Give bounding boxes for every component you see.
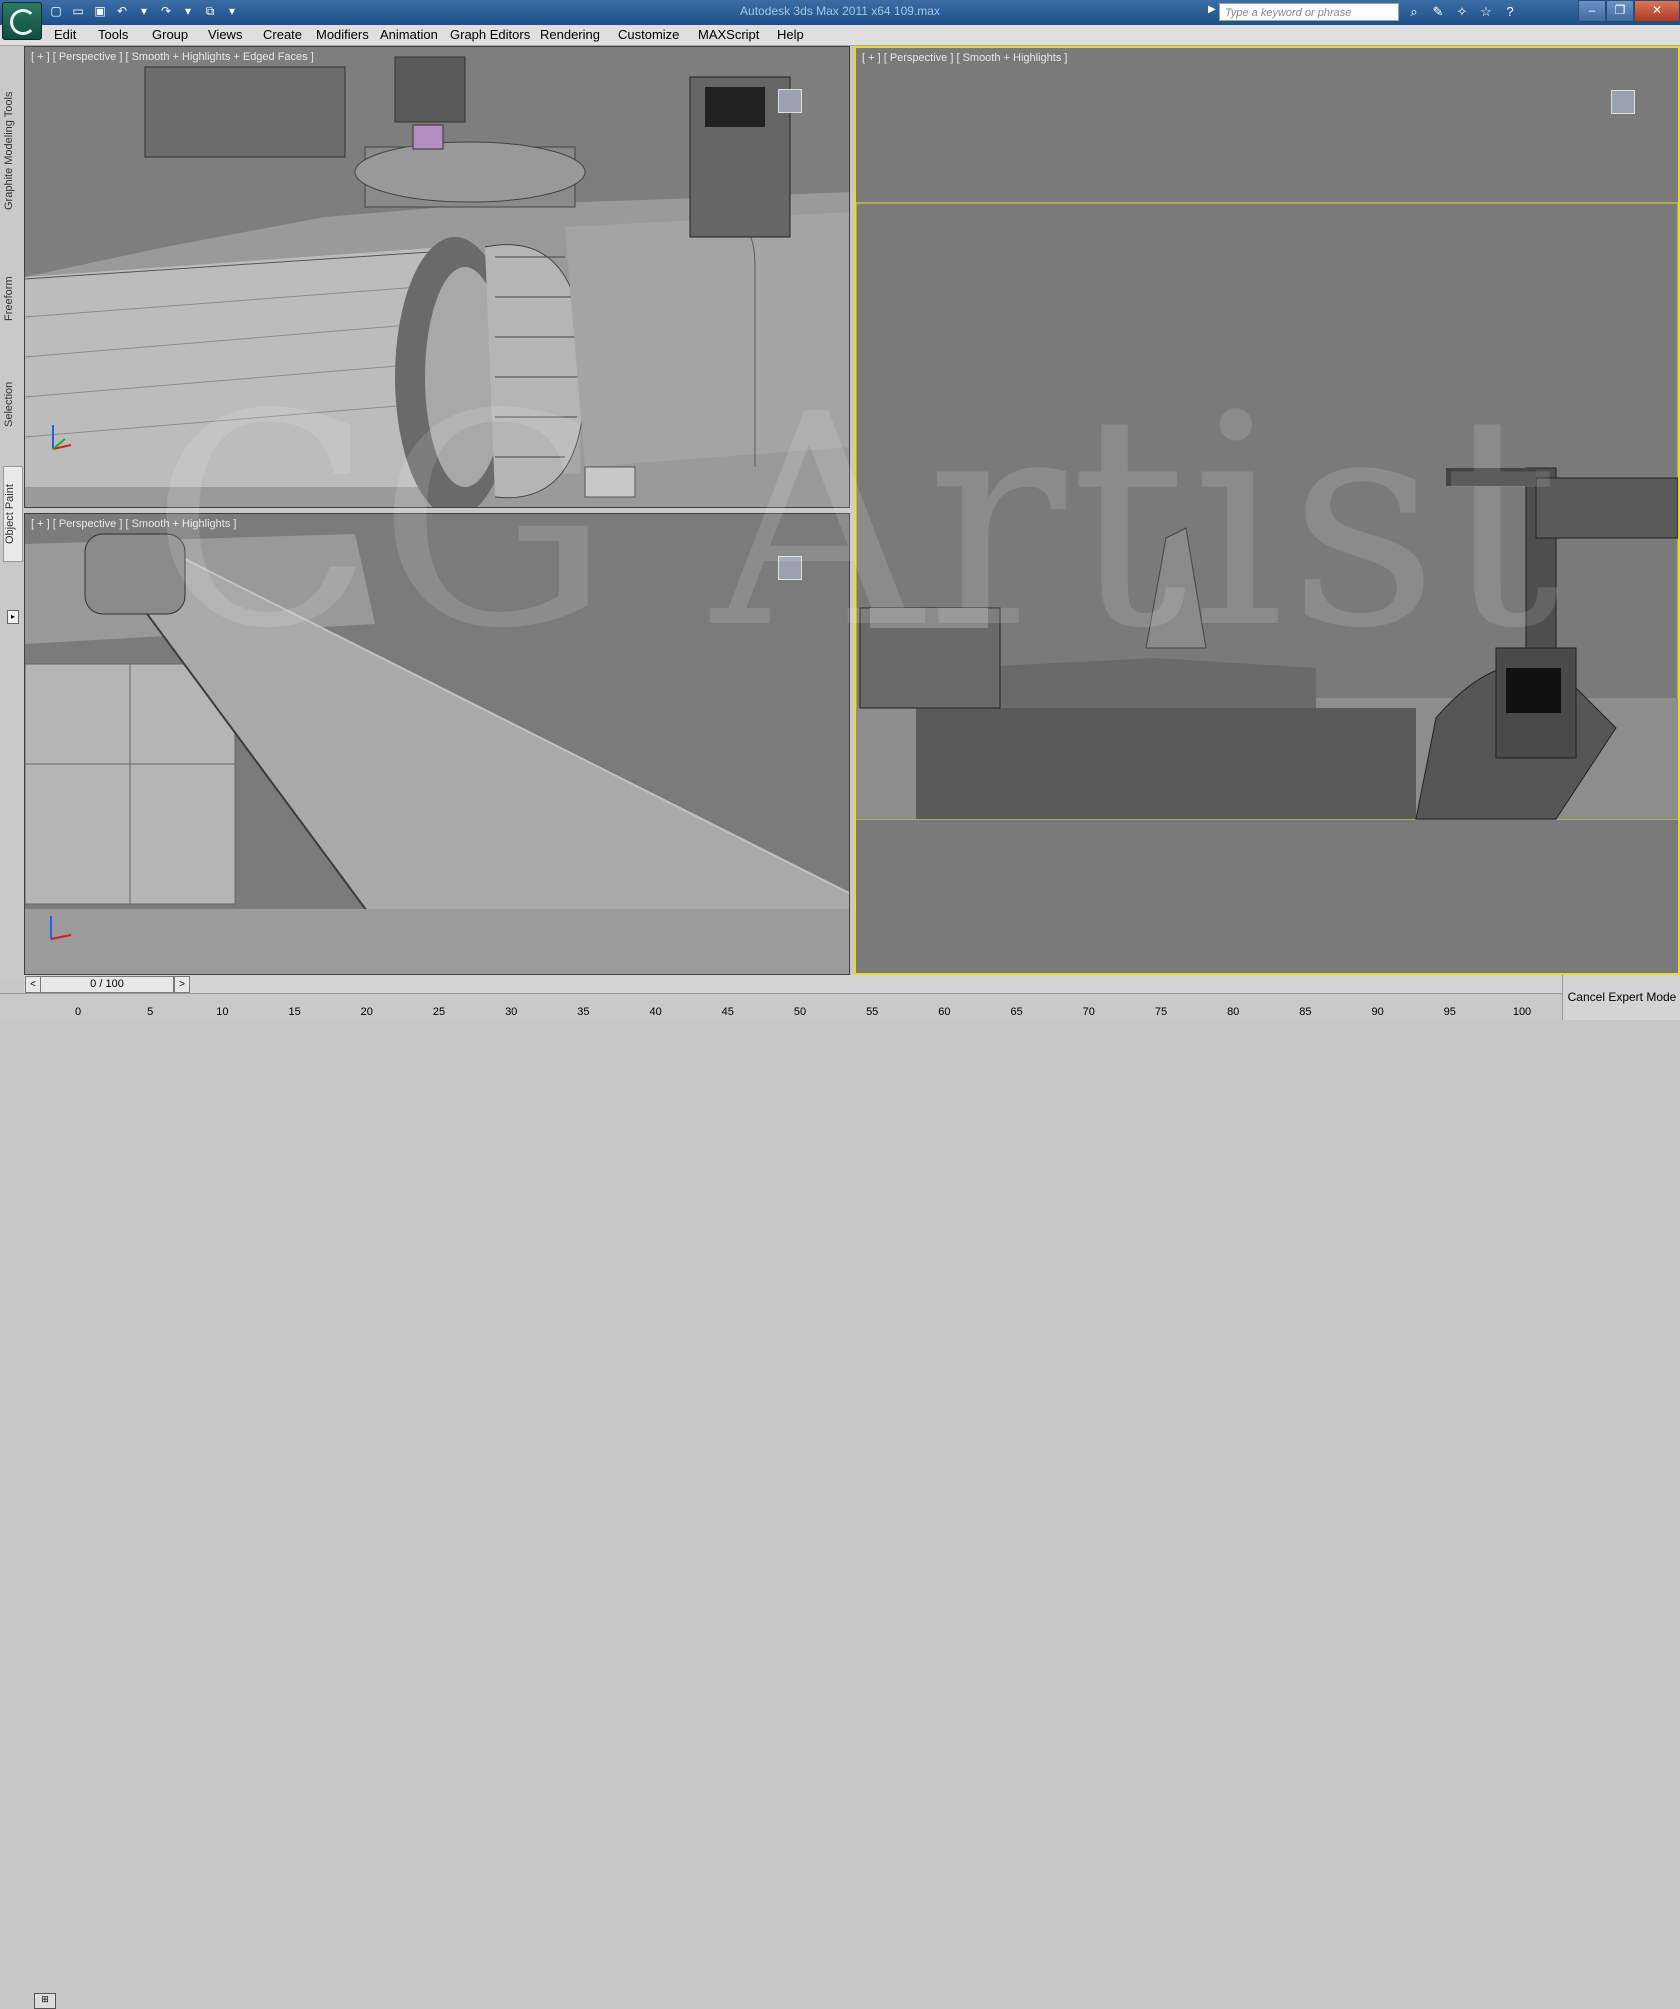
menu-create[interactable]: Create xyxy=(263,27,302,42)
window-controls: – ❐ ✕ xyxy=(1578,0,1680,22)
tank-barrel-render xyxy=(25,514,849,974)
viewport-label[interactable]: [ + ] [ Perspective ] [ Smooth + Highlig… xyxy=(31,51,314,63)
tick-label: 75 xyxy=(1154,1006,1168,1018)
tick-label: 10 xyxy=(216,1006,229,1018)
tick-label: 95 xyxy=(1443,1006,1456,1018)
viewport-top-left[interactable]: [ + ] [ Perspective ] [ Smooth + Highlig… xyxy=(24,46,850,508)
menu-graph-editors[interactable]: Graph Editors xyxy=(450,27,530,42)
menu-tools[interactable]: Tools xyxy=(98,27,128,42)
menu-animation[interactable]: Animation xyxy=(380,27,438,42)
menu-maxscript[interactable]: MAXScript xyxy=(698,27,759,42)
tab-object-paint[interactable]: Object Paint xyxy=(3,466,23,562)
menu-views[interactable]: Views xyxy=(208,27,242,42)
tick-label: 55 xyxy=(866,1006,879,1018)
tick-label: 70 xyxy=(1082,1006,1095,1018)
tick-label: 80 xyxy=(1227,1006,1240,1018)
tick-label: 35 xyxy=(577,1006,590,1018)
tick-label: 25 xyxy=(432,1006,446,1018)
viewport-label[interactable]: [ + ] [ Perspective ] [ Smooth + Highlig… xyxy=(31,518,236,530)
menu-rendering[interactable]: Rendering xyxy=(540,27,600,42)
track-bar[interactable]: ⊞ 0 5 10 15 20 25 30 35 40 45 50 55 60 6… xyxy=(0,993,1562,2009)
time-slider-bar: < 0 / 100 > xyxy=(24,975,1562,993)
track-ticks: 0 5 10 15 20 25 30 35 40 45 50 55 60 65 … xyxy=(74,994,1531,1021)
app-menu-icon[interactable] xyxy=(2,2,42,40)
search-input[interactable]: Type a keyword or phrase xyxy=(1219,3,1399,21)
prev-frame-button[interactable]: < xyxy=(25,976,41,993)
viewport-right[interactable]: [ + ] [ Perspective ] [ Smooth + Highlig… xyxy=(854,46,1680,975)
graphite-ribbon-tabs: Graphite Modeling Tools Freeform Selecti… xyxy=(0,46,24,980)
search-arrow-icon[interactable]: ▶ xyxy=(1208,4,1216,15)
viewport-bottom-left[interactable]: [ + ] [ Perspective ] [ Smooth + Highlig… xyxy=(24,513,850,975)
close-icon[interactable]: ✕ xyxy=(1634,0,1680,22)
tick-label: 85 xyxy=(1299,1006,1312,1018)
tab-selection[interactable]: Selection xyxy=(3,354,21,454)
tab-graphite-modeling-tools[interactable]: Graphite Modeling Tools xyxy=(3,76,21,226)
tools-icon[interactable]: ✎ xyxy=(1429,3,1447,21)
menu-bar: Edit Tools Group Views Create Modifiers … xyxy=(0,25,1680,46)
tab-freeform[interactable]: Freeform xyxy=(3,251,21,346)
curve-editor-icon[interactable]: ⊞ xyxy=(34,1993,56,2009)
tick-label: 90 xyxy=(1371,1006,1384,1018)
tick-label: 30 xyxy=(505,1006,518,1018)
viewcube-icon[interactable] xyxy=(775,87,805,117)
tick-label: 15 xyxy=(288,1006,301,1018)
viewcube-icon[interactable] xyxy=(775,554,805,584)
tick-label: 20 xyxy=(360,1006,373,1018)
tick-label: 60 xyxy=(938,1006,951,1018)
expand-ribbon-icon[interactable]: ▸ xyxy=(7,610,19,624)
menu-group[interactable]: Group xyxy=(152,27,188,42)
menu-help[interactable]: Help xyxy=(777,27,804,42)
title-bar: ▢ ▭ ▣ ↶ ▾ ↷ ▾ ⧉ ▾ Autodesk 3ds Max 2011 … xyxy=(0,0,1680,40)
help-icon[interactable]: ? xyxy=(1501,3,1519,21)
menu-modifiers[interactable]: Modifiers xyxy=(316,27,369,42)
viewport-label[interactable]: [ + ] [ Perspective ] [ Smooth + Highlig… xyxy=(862,52,1067,64)
time-slider[interactable]: 0 / 100 xyxy=(40,976,174,993)
infocenter-toolbar: ⌕ ✎ ✧ ☆ ? xyxy=(1405,3,1519,21)
tick-label: 0 xyxy=(74,1006,82,1018)
tick-label: 5 xyxy=(147,1006,154,1018)
tick-label: 100 xyxy=(1512,1006,1532,1018)
tick-label: 45 xyxy=(721,1006,734,1018)
tick-label: 40 xyxy=(649,1006,662,1018)
viewcube-icon[interactable] xyxy=(1608,88,1638,118)
tick-label: 65 xyxy=(1010,1006,1023,1018)
favorites-icon[interactable]: ✧ xyxy=(1453,3,1471,21)
tank-mesh-render xyxy=(25,47,849,507)
restore-icon[interactable]: ❐ xyxy=(1606,0,1634,22)
menu-customize[interactable]: Customize xyxy=(618,27,679,42)
star-icon[interactable]: ☆ xyxy=(1477,3,1495,21)
cancel-expert-mode-button[interactable]: Cancel Expert Mode xyxy=(1562,975,1680,1020)
tank-turret-render xyxy=(856,48,1678,973)
minimize-icon[interactable]: – xyxy=(1578,0,1606,22)
next-frame-button[interactable]: > xyxy=(174,976,190,993)
tick-label: 50 xyxy=(793,1006,807,1018)
binoculars-icon[interactable]: ⌕ xyxy=(1405,3,1423,21)
menu-edit[interactable]: Edit xyxy=(54,27,76,42)
